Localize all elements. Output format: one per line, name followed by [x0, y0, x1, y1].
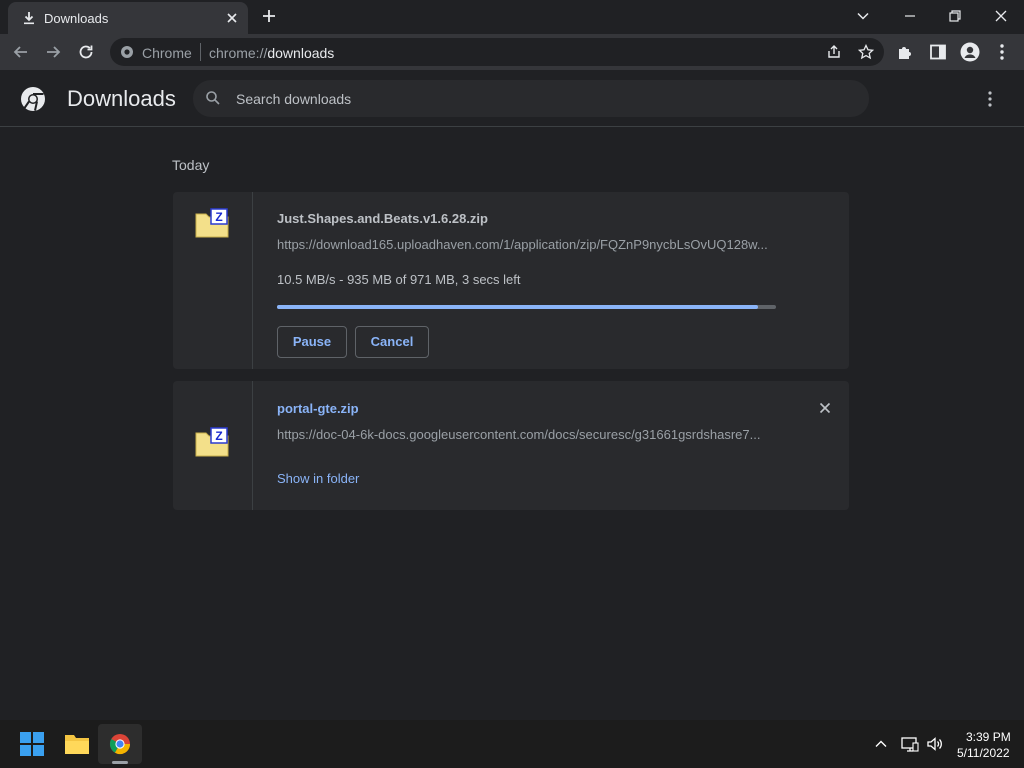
file-name-link[interactable]: portal-gte.zip — [277, 401, 359, 416]
cancel-button[interactable]: Cancel — [355, 326, 429, 358]
volume-icon[interactable] — [926, 736, 944, 752]
card-divider — [252, 192, 253, 369]
page-title: Downloads — [67, 86, 176, 111]
address-bar[interactable]: Chrome chrome://downloads — [110, 38, 884, 66]
chrome-taskbar-button[interactable] — [98, 724, 142, 764]
site-label: Chrome — [142, 45, 192, 61]
minimize-icon[interactable] — [903, 9, 917, 23]
windows-taskbar: 3:39 PM 5/11/2022 — [0, 720, 1024, 768]
progress-bar — [277, 305, 776, 309]
address-divider — [200, 43, 201, 61]
date-heading: Today — [172, 157, 210, 173]
pause-button[interactable]: Pause — [277, 326, 347, 358]
url-host: downloads — [267, 45, 335, 61]
windows-start-icon[interactable] — [20, 732, 44, 756]
card-divider — [252, 381, 253, 510]
chrome-icon — [109, 733, 131, 755]
puzzle-icon[interactable] — [896, 43, 914, 61]
reload-icon[interactable] — [77, 43, 95, 61]
tab-downloads[interactable]: Downloads — [8, 2, 248, 34]
zip-file-icon: Z — [195, 208, 229, 238]
download-icon — [22, 11, 36, 25]
close-window-icon[interactable] — [994, 9, 1008, 23]
close-tab-icon[interactable] — [226, 12, 238, 24]
clock-time[interactable]: 3:39 PM — [966, 730, 1011, 744]
bookmark-star-icon[interactable] — [858, 44, 874, 60]
chrome-site-icon[interactable] — [120, 45, 134, 59]
chevron-up-icon[interactable] — [874, 737, 888, 751]
chevron-down-icon[interactable] — [856, 9, 870, 23]
clock-date[interactable]: 5/11/2022 — [957, 746, 1010, 760]
svg-text:Z: Z — [215, 210, 222, 224]
tab-strip: Downloads — [0, 0, 1024, 34]
file-url[interactable]: https://download165.uploadhaven.com/1/ap… — [277, 237, 777, 252]
forward-arrow-icon[interactable] — [44, 43, 62, 61]
address-url: chrome://downloads — [209, 45, 334, 61]
url-scheme: chrome:// — [209, 45, 268, 61]
active-app-indicator — [112, 761, 128, 764]
profile-avatar-icon[interactable] — [960, 42, 980, 62]
kebab-menu-icon[interactable] — [995, 43, 1009, 61]
progress-fill — [277, 305, 758, 309]
download-status: 10.5 MB/s - 935 MB of 971 MB, 3 secs lef… — [277, 272, 521, 287]
close-icon[interactable] — [819, 402, 831, 414]
tab-title: Downloads — [44, 11, 109, 26]
downloads-header: Downloads — [0, 70, 1024, 127]
chrome-logo-icon — [20, 86, 46, 112]
file-url[interactable]: https://doc-04-6k-docs.googleusercontent… — [277, 427, 777, 442]
restore-icon[interactable] — [948, 9, 962, 23]
show-in-folder-link[interactable]: Show in folder — [277, 471, 359, 486]
browser-toolbar: Chrome chrome://downloads — [0, 34, 1024, 70]
search-box[interactable] — [193, 80, 869, 117]
share-icon[interactable] — [826, 44, 842, 60]
more-actions-icon[interactable] — [980, 89, 1000, 109]
file-name: Just.Shapes.and.Beats.v1.6.28.zip — [277, 211, 488, 226]
download-item-complete: Z portal-gte.zip https://doc-04-6k-docs.… — [173, 381, 849, 510]
zip-file-icon: Z — [195, 427, 229, 457]
search-input[interactable] — [236, 89, 836, 109]
network-icon[interactable] — [901, 736, 919, 752]
download-item-in-progress: Z Just.Shapes.and.Beats.v1.6.28.zip http… — [173, 192, 849, 369]
side-panel-icon[interactable] — [929, 43, 947, 61]
svg-text:Z: Z — [215, 429, 222, 443]
search-icon — [205, 90, 221, 106]
file-explorer-icon[interactable] — [64, 732, 90, 756]
back-arrow-icon[interactable] — [12, 43, 30, 61]
new-tab-icon[interactable] — [262, 9, 276, 23]
